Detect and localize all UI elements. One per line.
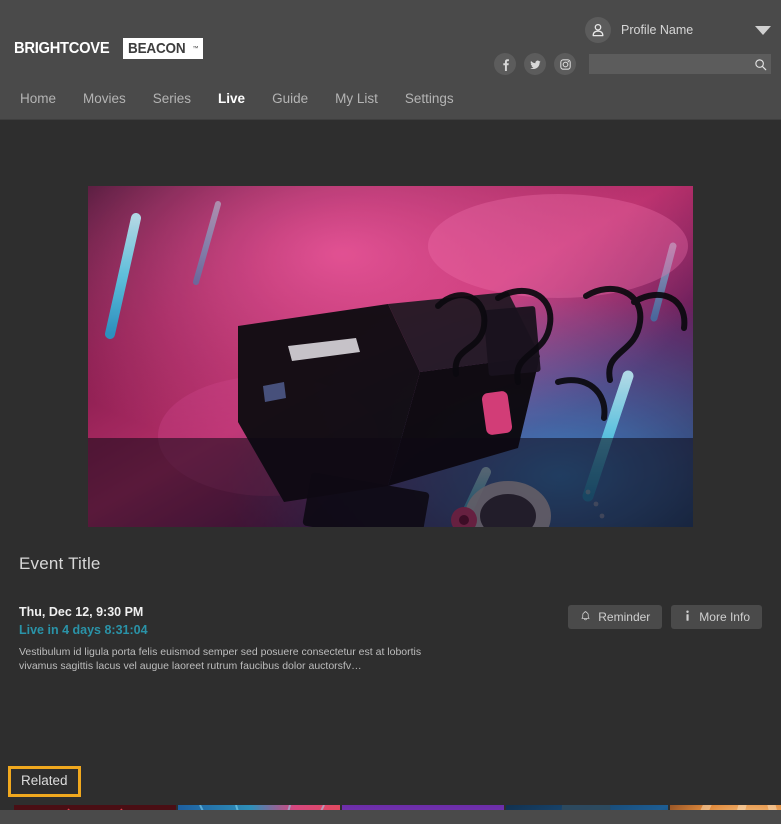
event-actions: Reminder More Info [568,605,762,629]
more-info-button-label: More Info [699,610,750,624]
user-avatar-icon [585,17,611,43]
search-icon [754,58,767,71]
event-description: Vestibulum id ligula porta felis euismod… [19,645,429,673]
related-section-heading: Related [8,766,81,797]
main-content: Event Title Thu, Dec 12, 9:30 PM Live in… [0,120,781,824]
profile-menu[interactable]: Profile Name [585,17,771,43]
logo-brightcove-text: BRIGHTCOVE [14,38,109,59]
info-icon [683,610,692,625]
social-links [494,53,576,75]
reminder-button-label: Reminder [598,610,650,624]
event-countdown: Live in 4 days 8:31:04 [19,623,148,637]
related-highlight-box: Related [8,766,81,797]
search-button[interactable] [752,56,768,72]
nav-item-movies[interactable]: Movies [83,91,126,106]
nav-item-settings[interactable]: Settings [405,91,454,106]
hero-image[interactable] [88,186,693,527]
search-bar [589,54,771,74]
facebook-icon[interactable] [494,53,516,75]
more-info-button[interactable]: More Info [671,605,762,629]
nav-item-home[interactable]: Home [20,91,56,106]
nav-item-my-list[interactable]: My List [335,91,378,106]
event-date: Thu, Dec 12, 9:30 PM [19,605,143,619]
site-header: BRIGHTCOVE BEACON ™ Profile Name [0,0,781,78]
related-label: Related [21,773,68,788]
trademark-icon: ™ [193,46,199,52]
footer-bar [0,810,781,824]
profile-name-label: Profile Name [621,23,693,37]
chevron-down-icon[interactable] [755,26,771,35]
nav-item-guide[interactable]: Guide [272,91,308,106]
instagram-icon[interactable] [554,53,576,75]
logo-beacon-text: BEACON [128,38,185,59]
reminder-button[interactable]: Reminder [568,605,662,629]
nav-item-series[interactable]: Series [153,91,191,106]
bell-icon [580,610,591,625]
brightcove-beacon-logo[interactable]: BRIGHTCOVE BEACON ™ [14,38,203,59]
search-input[interactable] [589,54,749,74]
main-navigation: Home Movies Series Live Guide My List Se… [0,78,781,120]
twitter-icon[interactable] [524,53,546,75]
nav-item-live[interactable]: Live [218,91,245,106]
logo-beacon-box: BEACON ™ [123,38,203,59]
event-title: Event Title [19,554,101,574]
